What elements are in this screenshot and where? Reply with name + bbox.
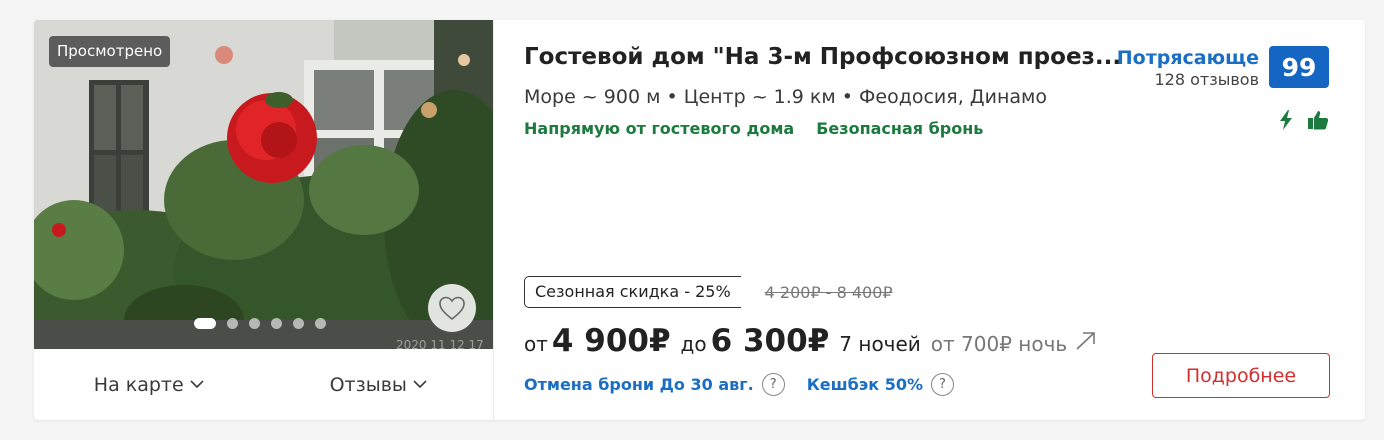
discount-label: Сезонная скидка - 25% (535, 282, 731, 301)
lightning-icon (1280, 110, 1292, 130)
photo-dot-3[interactable] (249, 318, 260, 329)
cancellation-info: Отмена брони До 30 авг. (524, 375, 754, 394)
price-to-label: до (680, 332, 707, 356)
old-price: 4 200₽ - 8 400₽ (764, 282, 893, 302)
chevron-down-icon (190, 380, 204, 389)
map-link-label: На карте (93, 373, 184, 396)
favorite-button[interactable] (428, 284, 476, 332)
hotel-title[interactable]: Гостевой дом "На 3-м Профсоюзном проез..… (524, 44, 1121, 70)
photo-dot-5[interactable] (293, 318, 304, 329)
photo-dot-4[interactable] (271, 318, 282, 329)
hotel-tags: Напрямую от гостевого дома Безопасная бр… (524, 119, 983, 138)
viewed-badge: Просмотрено (49, 36, 171, 67)
photo-dots[interactable] (194, 318, 326, 329)
heart-icon (439, 296, 465, 321)
price-row: от 4 900₽ до 6 300₽ 7 ночей от 700₽ ночь (524, 323, 1097, 359)
price-max: 6 300₽ (710, 323, 830, 359)
reviews-link[interactable]: Отзывы (264, 349, 494, 420)
map-link[interactable]: На карте (34, 349, 264, 420)
rating-summary[interactable]: Потрясающе 128 отзывов (1117, 46, 1259, 90)
photo-dot-6[interactable] (315, 318, 326, 329)
discount-tag: Сезонная скидка - 25% (524, 276, 741, 308)
photo-dot-1[interactable] (194, 318, 216, 329)
reviews-link-label: Отзывы (329, 373, 407, 396)
price-from-label: от (524, 332, 548, 356)
question-icon[interactable]: ? (931, 373, 954, 396)
photo-column: Просмотрено 2020 11 12 17 На карте Отзыв… (34, 20, 494, 420)
question-icon[interactable]: ? (761, 373, 785, 396)
reviews-count: 128 отзывов (1154, 70, 1259, 89)
hotel-location: Море ~ 900 м • Центр ~ 1.9 км • Феодосия… (524, 86, 1047, 108)
thumbs-up-icon (1308, 111, 1329, 130)
tag-direct: Напрямую от гостевого дома (524, 119, 795, 138)
feature-icons (1279, 110, 1329, 130)
hotel-photo[interactable]: Просмотрено 2020 11 12 17 (34, 20, 493, 349)
photo-dot-2[interactable] (227, 318, 238, 329)
price-min: 4 900₽ (551, 323, 671, 359)
tag-safe-booking: Безопасная бронь (816, 119, 984, 138)
score-badge: 99 (1269, 46, 1329, 88)
arrow-up-right-icon[interactable] (1075, 331, 1097, 351)
details-button[interactable]: Подробнее (1152, 353, 1330, 398)
photo-date-watermark: 2020 11 12 17 (396, 338, 484, 349)
photo-image (34, 20, 493, 349)
rating-label: Потрясающе (1116, 47, 1259, 69)
hotel-card: Просмотрено 2020 11 12 17 На карте Отзыв… (34, 20, 1365, 420)
chevron-down-icon (413, 380, 427, 389)
discount-row: Сезонная скидка - 25% 4 200₽ - 8 400₽ (524, 276, 893, 308)
cashback-info: Кешбэк 50% (806, 375, 923, 394)
booking-info: Отмена брони До 30 авг. ? Кешбэк 50% ? (524, 373, 976, 396)
photo-bottom-links: На карте Отзывы (34, 349, 493, 420)
nights-count: 7 ночей (839, 332, 921, 356)
price-per-night: от 700₽ ночь (930, 332, 1068, 356)
